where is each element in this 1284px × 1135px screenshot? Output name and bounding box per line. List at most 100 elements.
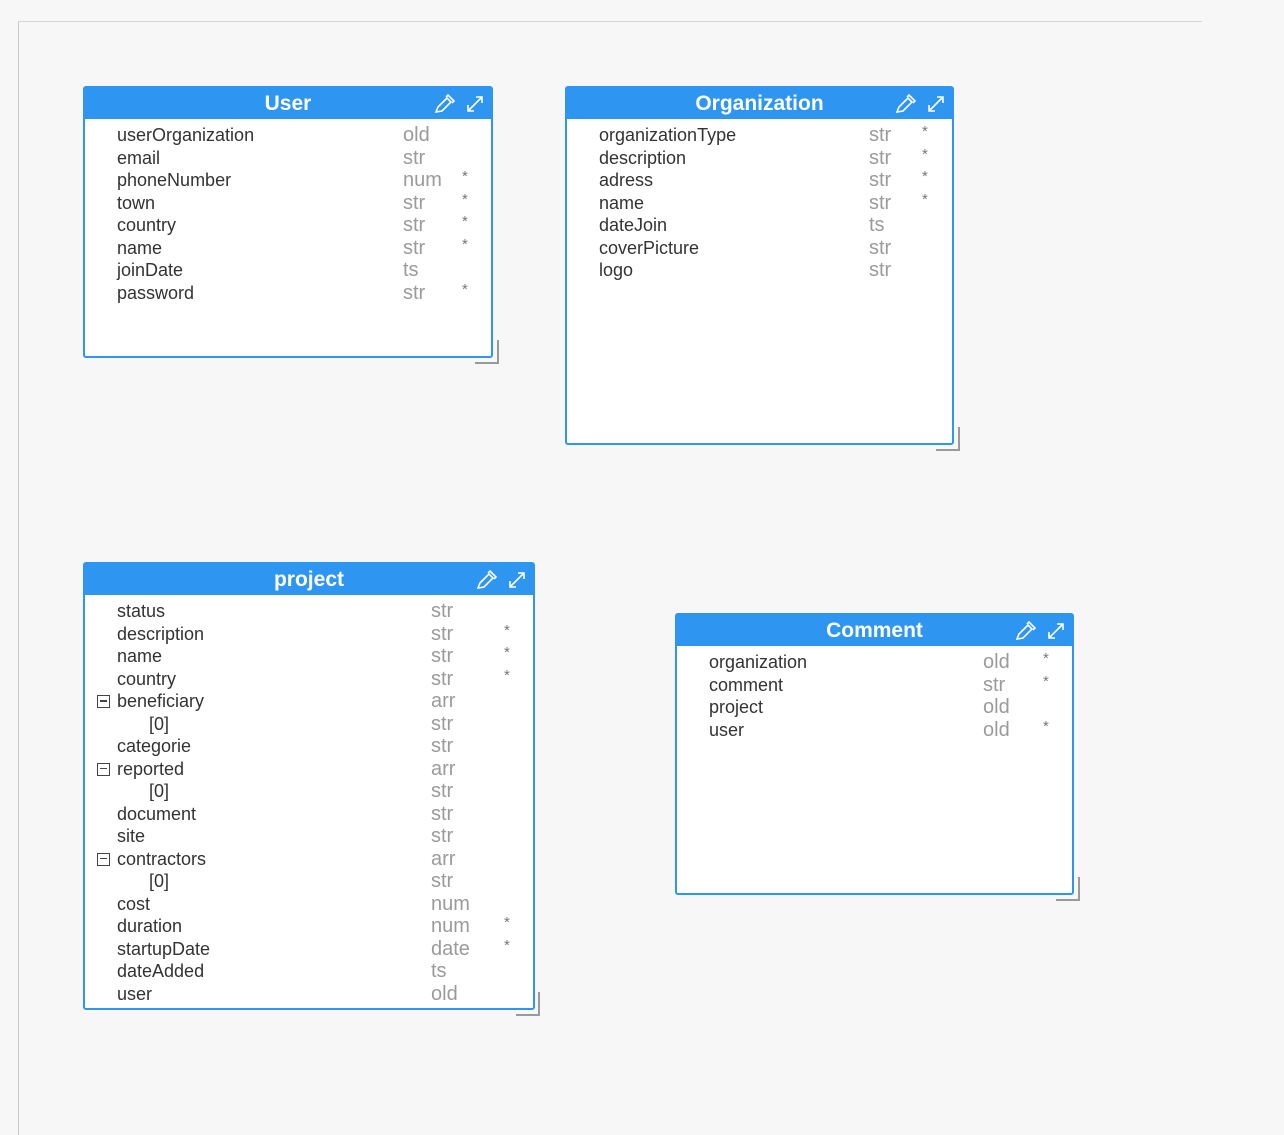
field-row[interactable]: country str * [85, 213, 491, 237]
field-row[interactable]: coverPicture str [567, 237, 952, 260]
field-row[interactable]: email str [85, 147, 491, 170]
field-row[interactable]: logo str [567, 259, 952, 282]
field-row[interactable]: startupDate date * [85, 936, 533, 961]
field-name: phoneNumber [117, 170, 232, 190]
field-type: str [431, 600, 454, 622]
expand-icon[interactable] [926, 94, 946, 114]
field-row[interactable]: contractors arr [85, 848, 533, 871]
required-marker: * [504, 666, 510, 684]
field-name: reported [117, 758, 185, 779]
field-type: str [403, 236, 426, 259]
expand-icon[interactable] [465, 94, 485, 114]
eyedropper-icon[interactable] [1014, 621, 1036, 641]
field-row[interactable]: [0] str [85, 780, 533, 803]
field-row[interactable]: dateAdded ts [85, 960, 533, 983]
field-type: old [983, 651, 1010, 673]
field-name: email [117, 147, 161, 168]
required-marker: * [504, 621, 510, 639]
collapse-minus-icon[interactable] [97, 695, 110, 708]
field-row[interactable]: country str * [85, 666, 533, 691]
field-row[interactable]: project old [677, 696, 1072, 719]
field-row[interactable]: reported arr [85, 758, 533, 781]
entity-header[interactable]: Organization [567, 88, 952, 119]
field-type: str [869, 236, 892, 259]
resize-handle-project[interactable] [516, 992, 540, 1016]
field-row[interactable]: name str * [567, 191, 952, 215]
field-name: logo [599, 260, 634, 280]
entity-header[interactable]: User [85, 88, 491, 119]
required-marker: * [504, 936, 510, 954]
eyedropper-icon[interactable] [475, 570, 497, 590]
field-list: status str description str * name str * country s… [85, 595, 533, 1005]
field-row[interactable]: [0] str [85, 713, 533, 736]
field-row[interactable]: site str [85, 825, 533, 848]
expand-icon[interactable] [1046, 621, 1066, 641]
field-row[interactable]: userOrganization old [85, 124, 491, 147]
required-marker: * [504, 644, 510, 661]
field-name: adress [599, 170, 654, 190]
eyedropper-icon[interactable] [894, 94, 916, 114]
field-name: organizationType [599, 125, 737, 145]
field-type: ts [403, 259, 419, 281]
field-row[interactable]: document str [85, 803, 533, 826]
field-row[interactable]: adress str * [567, 168, 952, 192]
field-name: dateAdded [117, 961, 205, 981]
field-row[interactable]: cost num [85, 893, 533, 916]
field-row[interactable]: user old [85, 983, 533, 1006]
entity-box-comment[interactable]: Comment organization old * comment str * projec… [675, 613, 1074, 895]
entity-header-actions [894, 94, 946, 114]
entity-header-actions [433, 94, 485, 114]
field-row[interactable]: joinDate ts [85, 259, 491, 282]
field-row[interactable]: duration num * [85, 914, 533, 938]
entity-title: project [273, 568, 344, 591]
resize-handle-organization[interactable] [936, 427, 960, 451]
field-row[interactable]: user old * [677, 717, 1072, 742]
field-row[interactable]: password str * [85, 281, 491, 305]
entity-header-actions [475, 570, 527, 590]
field-type: old [983, 718, 1010, 741]
field-row[interactable]: organizationType str * [567, 123, 952, 147]
required-marker: * [922, 123, 928, 140]
collapse-minus-icon[interactable] [97, 762, 110, 776]
expand-icon[interactable] [507, 570, 527, 590]
field-name: comment [709, 674, 784, 695]
field-name: contractors [117, 848, 207, 869]
field-name: categorie [117, 736, 192, 756]
field-row[interactable]: phoneNumber num * [85, 168, 491, 192]
field-type: old [983, 696, 1010, 718]
field-row[interactable]: description str * [85, 621, 533, 646]
required-marker: * [1043, 672, 1049, 690]
field-type: old [403, 124, 430, 146]
entity-box-project[interactable]: project status str description str * name str * c… [83, 562, 535, 1010]
field-row[interactable]: beneficiary arr [85, 690, 533, 713]
required-marker: * [1043, 650, 1049, 667]
field-row[interactable]: description str * [567, 146, 952, 170]
field-name: name [599, 192, 645, 213]
field-row[interactable]: comment str * [677, 672, 1072, 697]
field-row[interactable]: categorie str [85, 735, 533, 758]
field-row[interactable]: dateJoin ts [567, 214, 952, 237]
field-type: str [869, 169, 892, 191]
field-type: str [983, 673, 1006, 696]
field-name: user [709, 719, 745, 740]
field-row[interactable]: [0] str [85, 870, 533, 893]
entity-box-organization[interactable]: Organization organizationType str * descript… [565, 86, 954, 445]
required-marker: * [1043, 717, 1049, 735]
resize-handle-comment[interactable] [1056, 877, 1080, 901]
field-row[interactable]: name str * [85, 236, 491, 260]
field-row[interactable]: organization old * [677, 650, 1072, 674]
field-row[interactable]: town str * [85, 191, 491, 215]
field-row[interactable]: name str * [85, 644, 533, 668]
field-name: [0] [149, 871, 170, 891]
field-name: duration [117, 916, 183, 936]
field-list: organization old * comment str * project old use… [677, 646, 1072, 741]
field-name: name [117, 646, 163, 666]
entity-header[interactable]: project [85, 564, 533, 595]
resize-handle-user[interactable] [475, 340, 499, 364]
collapse-minus-icon[interactable] [97, 852, 110, 866]
eyedropper-icon[interactable] [433, 94, 455, 114]
entity-header[interactable]: Comment [677, 615, 1072, 646]
field-name: cost [117, 893, 151, 914]
entity-box-user[interactable]: User userOrganization old email str phoneNumb… [83, 86, 493, 358]
field-row[interactable]: status str [85, 600, 533, 623]
